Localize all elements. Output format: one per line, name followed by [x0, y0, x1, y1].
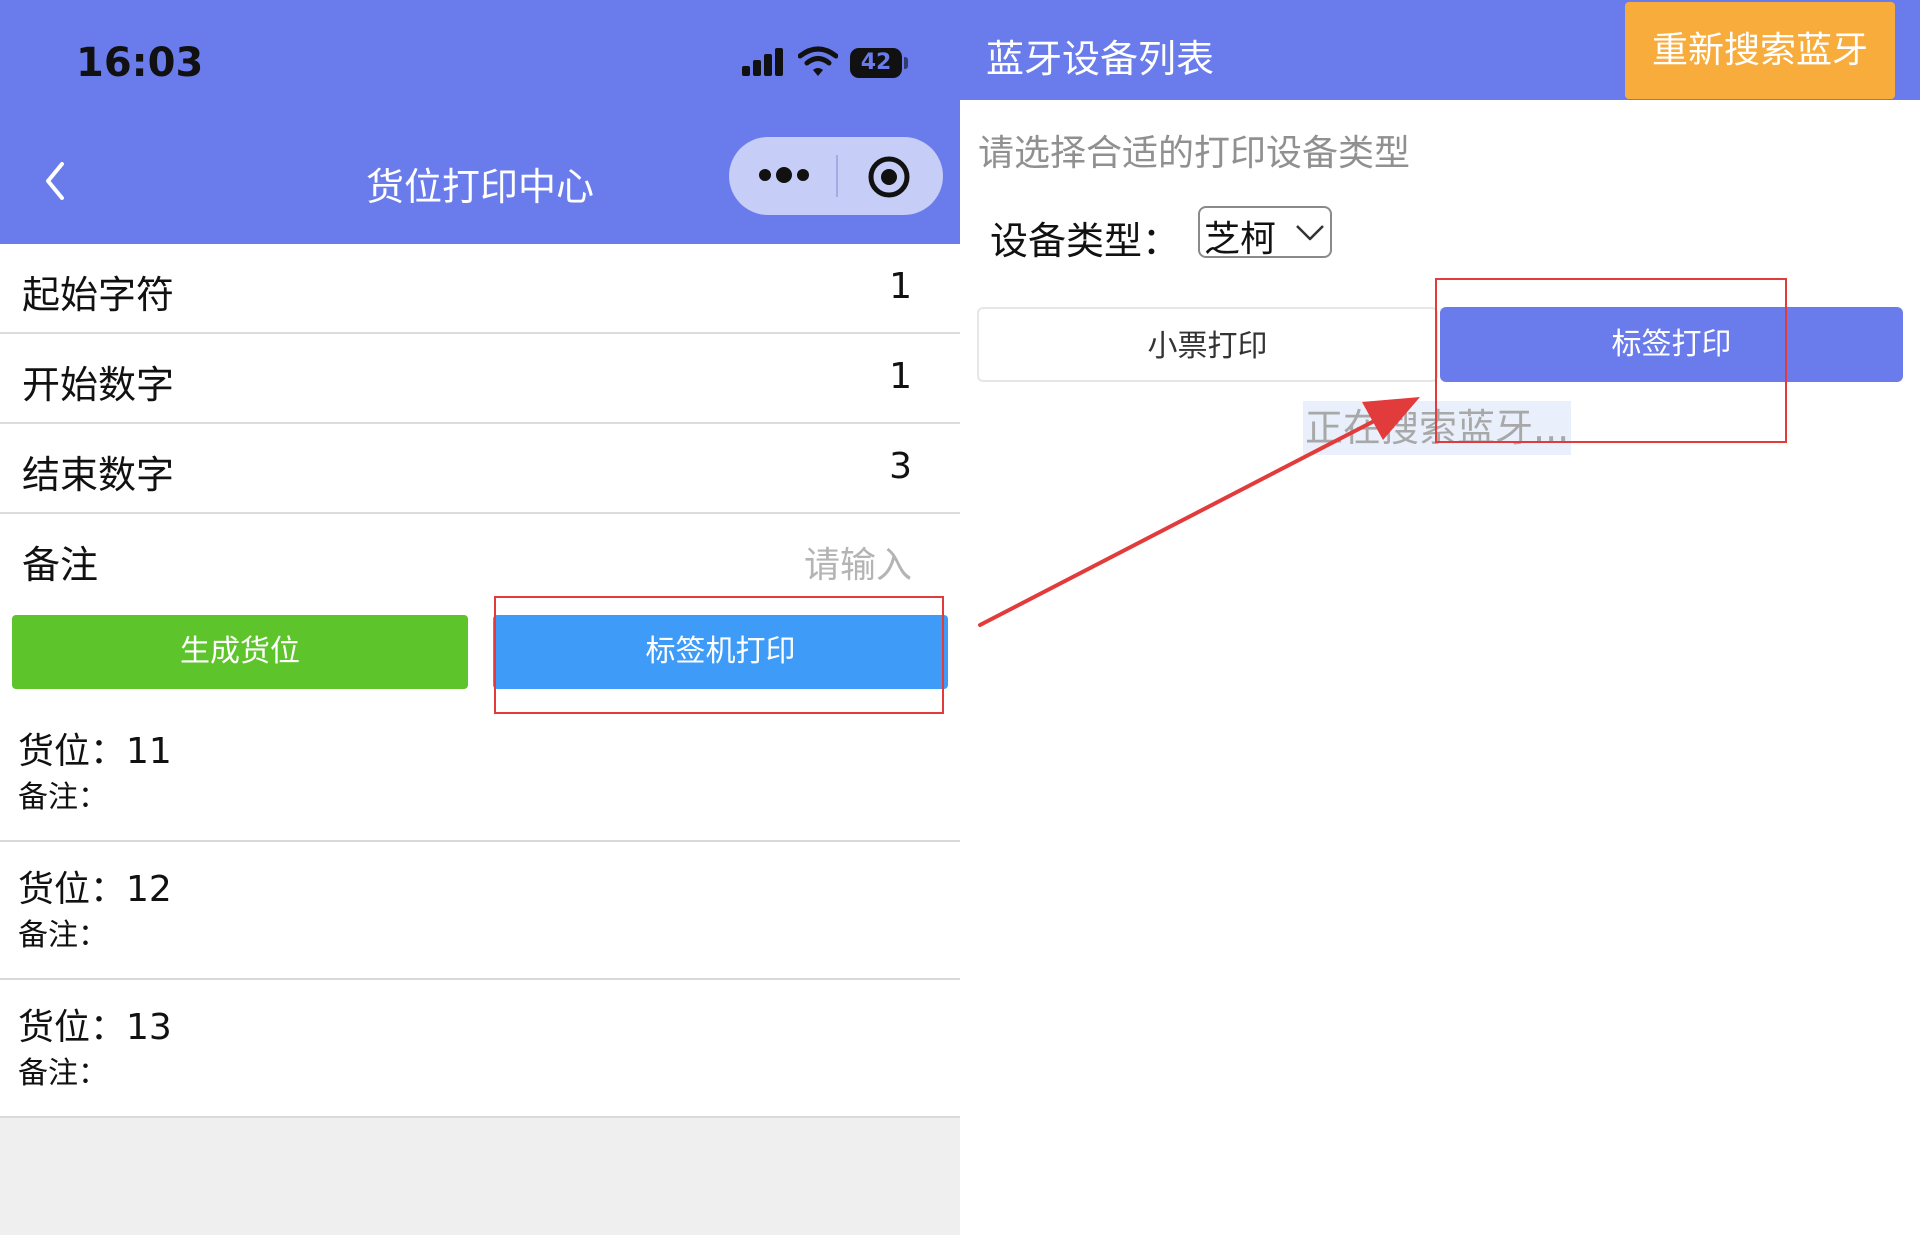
nav-header: 16:03 42 货位打印中心 — [0, 0, 960, 244]
battery-icon: 42 — [850, 48, 902, 78]
rescan-bluetooth-button[interactable]: 重新搜索蓝牙 — [1625, 2, 1895, 99]
status-time: 16:03 — [76, 40, 204, 86]
end-number-row[interactable]: 结束数字 3 — [0, 424, 960, 514]
highlight-box-label-tab — [1435, 278, 1787, 443]
location-item: 货位：13 备注： — [0, 980, 960, 1118]
start-number-value[interactable]: 1 — [889, 356, 912, 397]
chevron-down-icon — [1296, 225, 1324, 241]
device-type-value: 芝柯 — [1204, 219, 1277, 260]
start-char-row[interactable]: 起始字符 1 — [0, 244, 960, 334]
label-print-center-screen: 16:03 42 货位打印中心 起始字符 1 开始数字 1 结束数字 3 备注 … — [0, 0, 960, 1235]
generate-location-button[interactable]: 生成货位 — [12, 615, 468, 689]
wifi-icon — [798, 46, 838, 76]
device-type-label: 设备类型： — [990, 219, 1181, 263]
start-number-row[interactable]: 开始数字 1 — [0, 334, 960, 424]
tab-receipt-print[interactable]: 小票打印 — [977, 307, 1438, 382]
more-options-icon[interactable] — [757, 164, 811, 186]
remark-label: 备注 — [22, 543, 99, 587]
end-number-label: 结束数字 — [22, 453, 175, 497]
location-note: 备注： — [18, 918, 108, 953]
remark-row[interactable]: 备注 请输入 — [0, 514, 960, 604]
location-title: 货位：11 — [18, 731, 172, 772]
end-number-value[interactable]: 3 — [889, 446, 912, 487]
location-title: 货位：13 — [18, 1007, 172, 1048]
highlight-box-label-print — [494, 596, 944, 714]
remark-input[interactable]: 请输入 — [804, 536, 912, 588]
capsule-divider — [836, 155, 838, 197]
start-char-label: 起始字符 — [22, 273, 175, 317]
location-note: 备注： — [18, 1056, 108, 1091]
start-number-label: 开始数字 — [22, 363, 175, 407]
start-char-value[interactable]: 1 — [889, 266, 912, 307]
bluetooth-header: 蓝牙设备列表 重新搜索蓝牙 — [960, 0, 1920, 100]
bluetooth-device-screen: 蓝牙设备列表 重新搜索蓝牙 请选择合适的打印设备类型 设备类型： 芝柯 小票打印… — [960, 0, 1920, 1235]
battery-tip — [904, 57, 908, 69]
close-miniprogram-icon[interactable] — [866, 154, 912, 200]
location-item: 货位：12 备注： — [0, 842, 960, 980]
bluetooth-list-title: 蓝牙设备列表 — [986, 37, 1215, 81]
location-item: 货位：11 备注： — [0, 704, 960, 842]
device-type-hint: 请选择合适的打印设备类型 — [978, 133, 1411, 174]
cellular-signal-icon — [742, 48, 783, 76]
device-type-select[interactable]: 芝柯 — [1198, 206, 1332, 260]
battery-level: 42 — [860, 50, 892, 75]
location-note: 备注： — [18, 780, 108, 815]
location-title: 货位：12 — [18, 869, 172, 910]
